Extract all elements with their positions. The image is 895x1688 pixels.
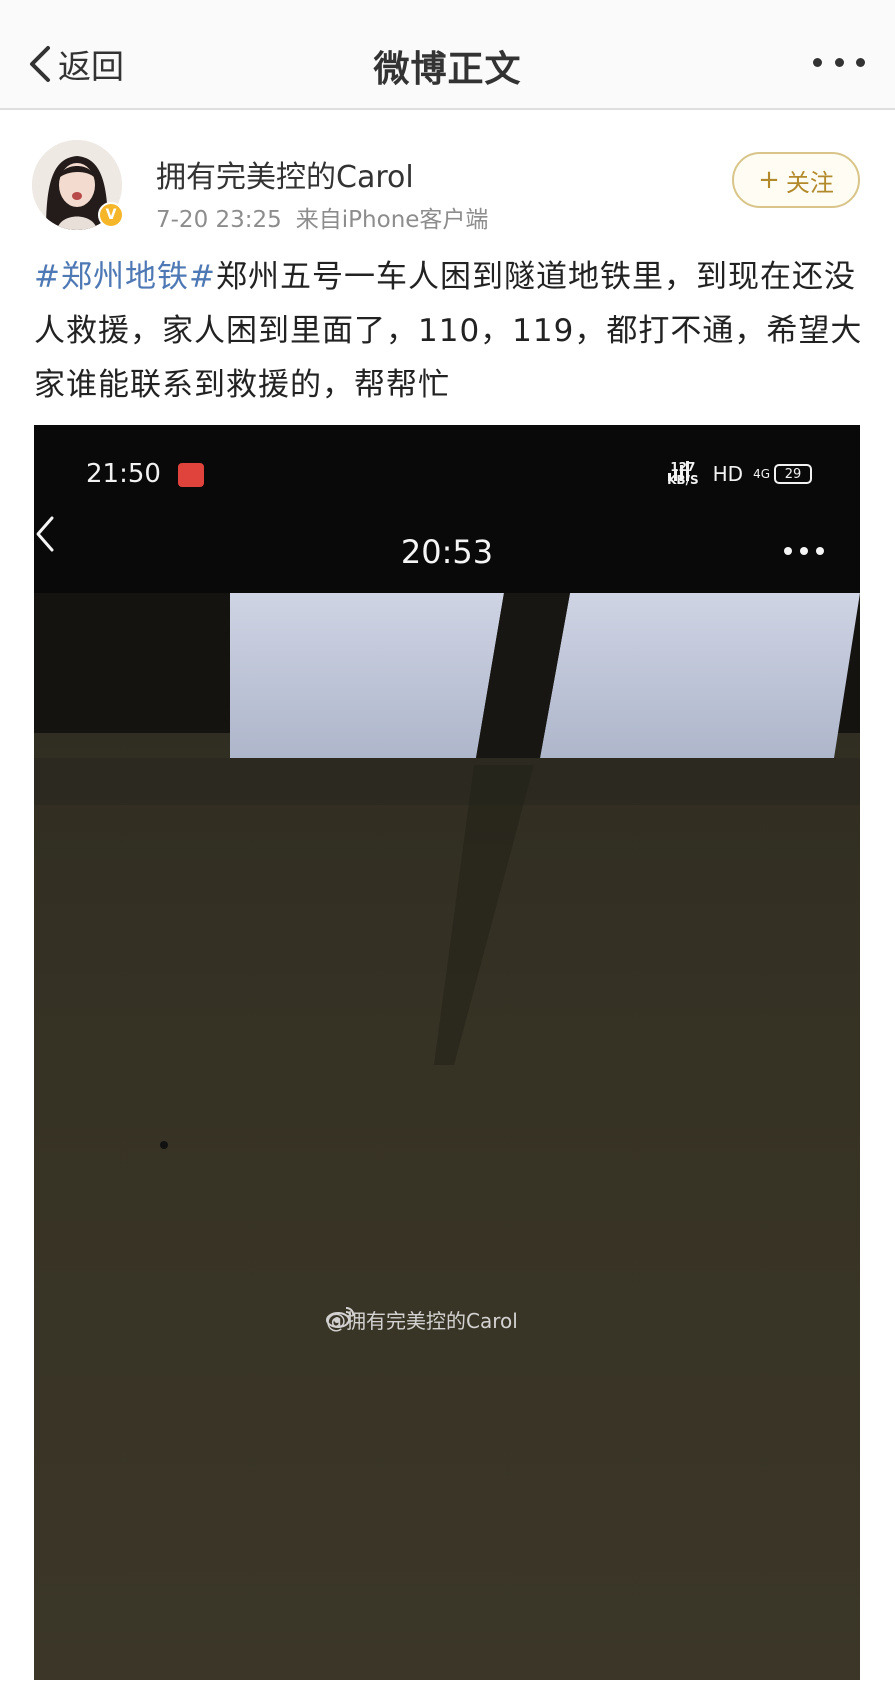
phone-time: 21:50: [86, 459, 161, 489]
post-meta: 7-20 23:25 来自iPhone客户端: [156, 200, 488, 234]
phone-status-bar: 21:50 127 KB/S HD 4G 29: [34, 425, 860, 515]
nav-bar: 返回 微博正文: [0, 0, 895, 110]
post-timestamp: 7-20 23:25: [156, 207, 282, 233]
plus-icon: +: [758, 165, 780, 195]
battery-icon: 29: [774, 464, 812, 484]
app-notification-icon: [178, 463, 204, 487]
author-name[interactable]: 拥有完美控的Carol: [156, 152, 414, 196]
follow-button[interactable]: + 关注: [732, 152, 860, 208]
verified-icon: V: [98, 202, 124, 228]
video-time: 20:53: [400, 533, 494, 571]
weibo-logo-icon: [326, 1307, 355, 1328]
hd-label: HD: [712, 462, 744, 486]
post-body: #郑州地铁#郑州五号一车人困到隧道地铁里，到现在还没人救援，家人困到里面了，11…: [34, 250, 864, 412]
signal-icon: [668, 461, 690, 481]
more-icon[interactable]: [784, 547, 824, 557]
post-source: 来自iPhone客户端: [295, 207, 489, 233]
hashtag-link[interactable]: #郑州地铁#: [34, 259, 216, 295]
page-title: 微博正文: [373, 49, 522, 90]
post-header: V 拥有完美控的Carol 7-20 23:25 来自iPhone客户端 + 关注: [0, 130, 895, 240]
follow-label: 关注: [785, 168, 834, 197]
watermark: @拥有完美控的Carol: [326, 1305, 518, 1334]
scene-image: [34, 425, 860, 1680]
network-label: 4G: [753, 467, 770, 481]
more-icon[interactable]: [813, 52, 865, 72]
player-bar: 20:53: [34, 515, 860, 593]
post-image[interactable]: 21:50 127 KB/S HD 4G 29 20:53: [34, 425, 860, 1680]
